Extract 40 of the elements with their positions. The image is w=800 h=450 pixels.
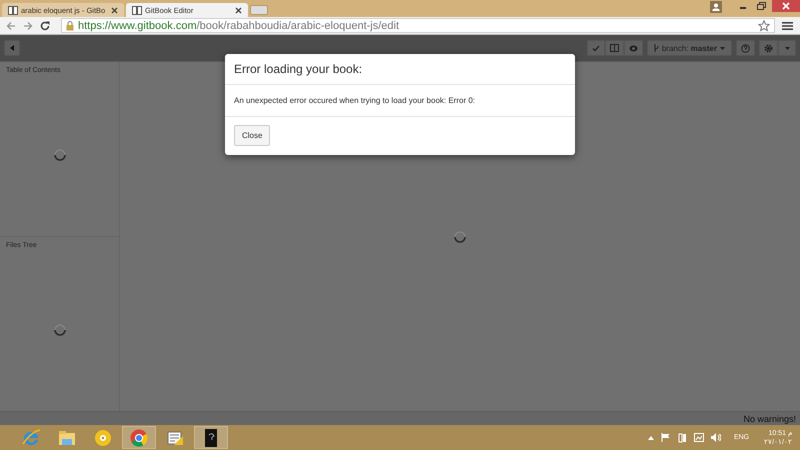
caret-down-icon — [784, 46, 790, 50]
question-icon — [741, 44, 750, 52]
dialog-message: An unexpected error occured when trying to load your book: Error 0: — [225, 85, 575, 117]
star-icon[interactable] — [758, 20, 770, 32]
volume-icon[interactable] — [710, 433, 721, 442]
more-button[interactable] — [778, 40, 796, 56]
user-icon[interactable] — [710, 1, 722, 13]
settings-icon — [764, 44, 773, 52]
restore-icon[interactable] — [754, 0, 768, 12]
help-button[interactable] — [736, 40, 755, 56]
check-icon — [592, 44, 600, 52]
eye-icon — [628, 44, 638, 52]
browser-icon[interactable] — [128, 426, 150, 448]
menu-icon[interactable] — [782, 20, 794, 30]
settings-button[interactable] — [759, 40, 778, 56]
close-icon[interactable] — [111, 6, 118, 14]
columns-icon — [610, 44, 619, 52]
close-icon[interactable] — [772, 0, 800, 12]
flag-icon[interactable] — [660, 433, 671, 442]
back-icon[interactable] — [6, 20, 16, 30]
dialog-title: Error loading your book: — [225, 54, 575, 85]
caret-down-icon — [720, 46, 725, 50]
book-icon — [8, 6, 18, 14]
new-tab-button[interactable] — [250, 5, 268, 15]
close-button[interactable]: Close — [234, 125, 270, 146]
address-field[interactable]: https://www.gitbook.com/book/rabahboudia/arabic-eloquent-js/edit — [61, 18, 775, 33]
preview-button[interactable] — [624, 40, 643, 56]
check-button[interactable] — [586, 40, 605, 56]
caret-up-icon[interactable] — [648, 436, 654, 440]
columns-button[interactable] — [604, 40, 624, 56]
reload-icon[interactable] — [40, 20, 50, 30]
collapse-button[interactable] — [4, 40, 20, 56]
lock-icon — [66, 20, 74, 30]
network-icon[interactable] — [694, 433, 704, 442]
forward-icon[interactable] — [23, 20, 33, 30]
caret-left-icon — [10, 45, 14, 51]
status-text: No warnings! — [743, 414, 796, 424]
close-icon[interactable] — [235, 6, 242, 14]
book-icon — [132, 6, 142, 14]
branch-icon — [654, 44, 659, 52]
